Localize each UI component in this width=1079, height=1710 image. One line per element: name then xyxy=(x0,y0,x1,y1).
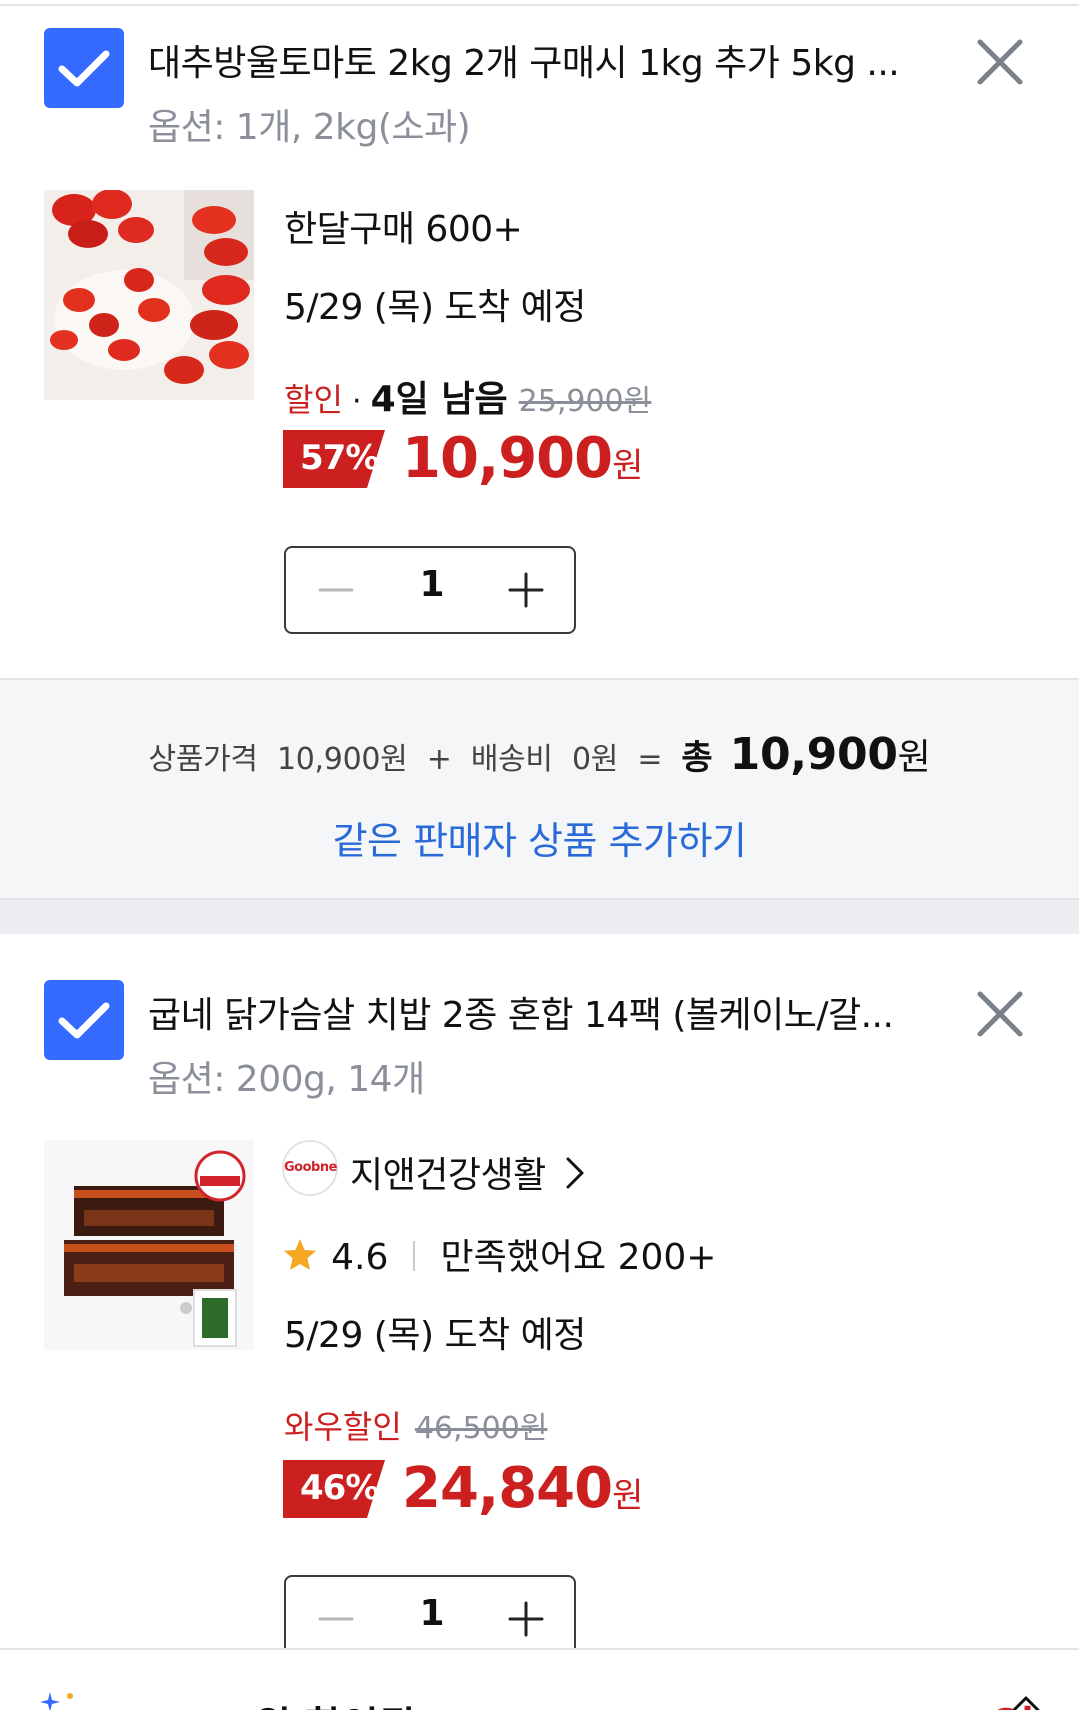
product-image-chicken[interactable] xyxy=(44,1140,254,1350)
shipping-value: 0원 xyxy=(571,742,619,777)
total-currency: 원 xyxy=(897,737,931,778)
item-title[interactable]: 굽네 닭가슴살 치밥 2종 혼합 14팩 (볼케이노/갈... xyxy=(148,986,908,1038)
item-checkbox[interactable] xyxy=(44,980,124,1060)
discount-row: 할인 · 4일 남음 25,900원 xyxy=(284,370,651,422)
seller-summary: 상품가격 10,900원 + 배송비 0원 = 총 10,900원 같은 판매자… xyxy=(0,678,1079,900)
separator-dot: · xyxy=(351,384,362,419)
chevron-right-icon xyxy=(566,1157,584,1189)
remaining-days: 4일 남음 xyxy=(370,379,508,420)
equals-sign: = xyxy=(637,742,663,777)
original-price: 25,900원 xyxy=(518,384,652,419)
product-price-value: 10,900원 xyxy=(276,742,408,777)
tomato-image xyxy=(44,190,254,400)
item-option[interactable]: 옵션: 1개, 2kg(소과) xyxy=(148,98,471,150)
sale-price-currency: 원 xyxy=(612,1476,643,1516)
item-checkbox[interactable] xyxy=(44,28,124,108)
sale-price-value: 10,900 xyxy=(402,426,613,491)
delivery-estimate: 5/29 (목) 도착 예정 xyxy=(284,1315,586,1356)
minus-icon[interactable] xyxy=(314,1597,358,1641)
star-icon xyxy=(284,1239,316,1270)
monthly-purchase-count: 한달구매 600+ xyxy=(284,209,523,250)
close-icon xyxy=(977,991,1023,1037)
close-icon xyxy=(977,39,1023,85)
product-price-label: 상품가격 xyxy=(148,742,259,777)
sale-price-currency: 원 xyxy=(612,446,643,486)
brand-logo[interactable]: Goobne xyxy=(282,1140,338,1196)
discount-row: 와우할인 46,500원 xyxy=(284,1402,547,1448)
total-label: 총 xyxy=(681,738,713,778)
plus-icon[interactable] xyxy=(504,568,548,612)
seller-name-text: 지앤건강생활 xyxy=(350,1155,546,1196)
plus-sign: + xyxy=(426,742,452,777)
remove-item-button[interactable] xyxy=(972,34,1028,90)
top-divider xyxy=(0,4,1079,6)
check-icon xyxy=(58,1002,110,1039)
chicken-product-image xyxy=(44,1140,254,1350)
caret-up-icon[interactable] xyxy=(1008,1690,1044,1710)
bottom-total-price[interactable]: 35,740원 xyxy=(788,1690,1037,1710)
rating-row: 4.6 만족했어요 200+ xyxy=(282,1228,716,1280)
shipping-label: 배송비 xyxy=(470,742,553,777)
original-price: 46,500원 xyxy=(414,1411,548,1446)
remove-item-button[interactable] xyxy=(972,986,1028,1042)
sale-price-value: 24,840 xyxy=(402,1456,613,1521)
total-price: 10,900 xyxy=(729,729,898,780)
quantity-value[interactable]: 1 xyxy=(398,564,466,605)
item-title[interactable]: 대추방울토마토 2kg 2개 구매시 1kg 추가 5kg ... xyxy=(148,34,908,86)
discount-percent: 46% xyxy=(300,1468,379,1508)
quantity-stepper: 1 xyxy=(284,546,576,634)
quantity-value[interactable]: 1 xyxy=(398,1593,466,1634)
discount-label: 와우할인 xyxy=(284,1408,402,1446)
sale-price: 24,840원 xyxy=(402,1456,643,1521)
discount-percent: 57% xyxy=(300,438,379,478)
brand-logo-text: Goobne xyxy=(284,1160,337,1175)
check-icon xyxy=(58,50,110,87)
rating-value: 4.6 xyxy=(331,1237,389,1278)
plus-icon[interactable] xyxy=(504,1597,548,1641)
sparkle-icon xyxy=(40,1692,73,1710)
add-same-seller-link[interactable]: 같은 판매자 상품 추가하기 xyxy=(0,810,1079,865)
rating-divider xyxy=(413,1241,416,1271)
bottom-discount-text: 10,060원 할인됨 xyxy=(100,1694,415,1710)
minus-icon[interactable] xyxy=(314,568,358,612)
section-gap xyxy=(0,900,1079,934)
delivery-estimate: 5/29 (목) 도착 예정 xyxy=(284,287,586,328)
seller-name[interactable]: 지앤건강생활 xyxy=(350,1146,587,1198)
sale-price: 10,900원 xyxy=(402,426,643,491)
satisfied-count: 만족했어요 200+ xyxy=(440,1237,717,1278)
bottom-order-bar: 10,060원 할인됨 35,740원 xyxy=(0,1648,1079,1710)
item-option[interactable]: 옵션: 200g, 14개 xyxy=(148,1050,425,1102)
product-image-tomato[interactable] xyxy=(44,190,254,400)
discount-label: 할인 xyxy=(284,381,343,419)
price-summary-line: 상품가격 10,900원 + 배송비 0원 = 총 10,900원 xyxy=(0,728,1079,780)
